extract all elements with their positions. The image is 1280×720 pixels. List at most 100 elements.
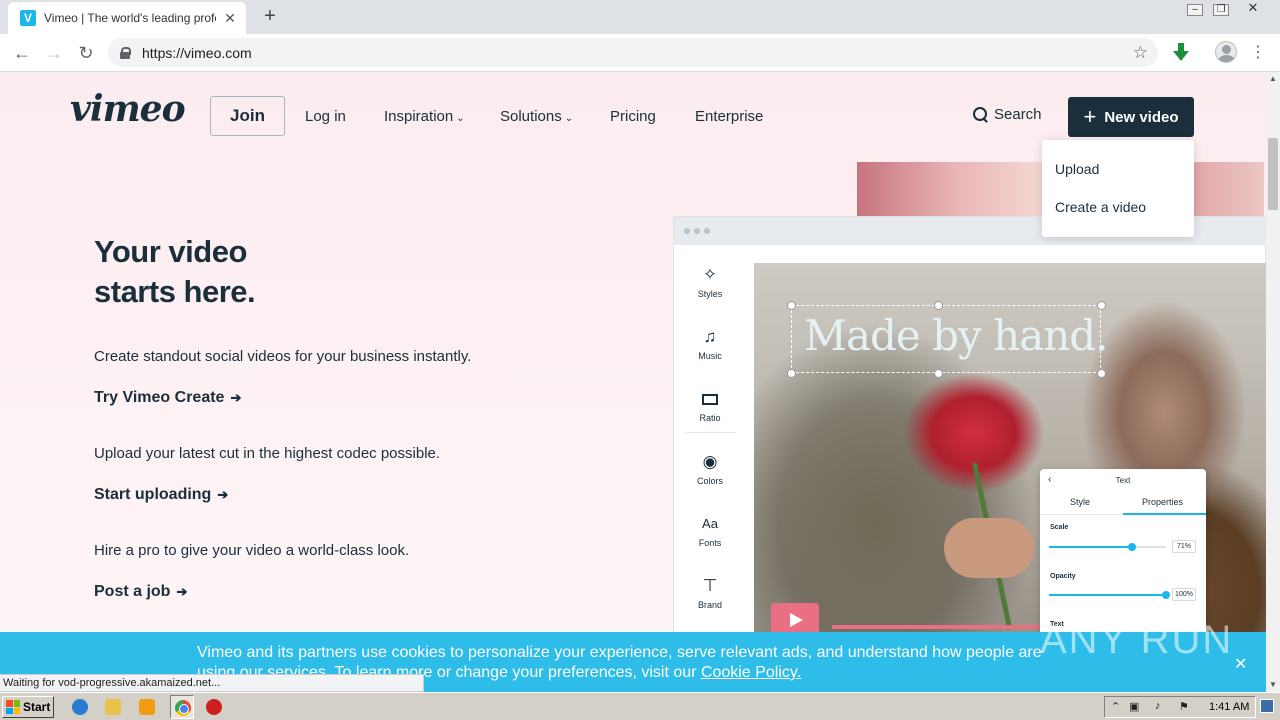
hero-title-line1: Your video: [94, 234, 247, 269]
music-note-icon: ♫: [703, 327, 717, 346]
close-window-button[interactable]: ✕: [1240, 0, 1266, 20]
nav-inspiration-label: Inspiration: [384, 108, 454, 125]
network-icon[interactable]: ▣: [1129, 700, 1139, 713]
hero-title: Your video starts here.: [94, 232, 394, 312]
opacity-slider-knob[interactable]: [1162, 591, 1170, 599]
scroll-down-icon[interactable]: ▼: [1266, 678, 1280, 692]
new-video-button[interactable]: + New video: [1068, 97, 1194, 137]
arrow-right-icon: ➔: [217, 487, 229, 502]
opacity-slider[interactable]: [1049, 591, 1170, 599]
scrollbar-thumb[interactable]: [1268, 138, 1278, 210]
minimize-button[interactable]: –: [1182, 0, 1208, 20]
tool-music[interactable]: ♫ Music: [674, 327, 746, 361]
ratio-icon: [674, 389, 746, 409]
anyrun-watermark: ANY RUN: [1040, 608, 1240, 672]
resize-handle[interactable]: [934, 369, 943, 378]
try-vimeo-create-link[interactable]: Try Vimeo Create ➔: [94, 389, 241, 407]
resize-handle[interactable]: [787, 301, 796, 310]
cta-label: Post a job: [94, 583, 171, 600]
resize-handle[interactable]: [934, 301, 943, 310]
url-text[interactable]: https://vimeo.com: [142, 45, 1133, 61]
opacity-label: Opacity: [1050, 573, 1076, 580]
tool-fonts[interactable]: Aa Fonts: [674, 514, 746, 548]
address-bar[interactable]: https://vimeo.com ☆: [108, 38, 1158, 67]
search-button[interactable]: Search: [973, 106, 1042, 123]
hero-desc-create: Create standout social videos for your b…: [94, 348, 472, 365]
windows-logo-icon: [6, 700, 20, 714]
scale-slider[interactable]: [1049, 543, 1166, 551]
restore-button[interactable]: ❐: [1208, 0, 1234, 20]
resize-handle[interactable]: [1097, 369, 1106, 378]
file-explorer-icon[interactable]: [105, 699, 121, 715]
tab-close-icon[interactable]: ✕: [222, 10, 238, 27]
resize-handle[interactable]: [787, 369, 796, 378]
chrome-taskbar-button[interactable]: [170, 695, 194, 719]
vimeo-logo[interactable]: vimeo: [70, 88, 186, 130]
cookie-policy-link[interactable]: Cookie Policy.: [701, 664, 801, 681]
nav-login[interactable]: Log in: [305, 108, 346, 125]
tool-label: Music: [698, 351, 722, 361]
window-dots-icon: [684, 228, 710, 234]
bookmark-star-icon[interactable]: ☆: [1133, 43, 1148, 63]
flag-icon[interactable]: ⚑: [1179, 700, 1189, 713]
hero-title-line2: starts here.: [94, 274, 256, 309]
watermark-text: ANY RUN: [1040, 618, 1234, 662]
media-player-icon[interactable]: [139, 699, 155, 715]
scale-value[interactable]: 71%: [1172, 540, 1196, 553]
tab-properties[interactable]: Properties: [1142, 497, 1183, 507]
start-uploading-link[interactable]: Start uploading ➔: [94, 486, 228, 504]
panel-title: Text: [1115, 476, 1131, 485]
tab-style[interactable]: Style: [1070, 497, 1090, 507]
nav-pricing[interactable]: Pricing: [610, 108, 656, 125]
post-a-job-link[interactable]: Post a job ➔: [94, 583, 187, 601]
nav-solutions[interactable]: Solutions ⌄: [500, 108, 573, 125]
tray-expand-icon[interactable]: ⌃: [1111, 700, 1120, 713]
scale-slider-knob[interactable]: [1128, 543, 1137, 551]
browser-tab[interactable]: V Vimeo | The world's leading professio …: [8, 2, 246, 34]
hand-shape: [944, 518, 1034, 578]
volume-icon[interactable]: ♪: [1155, 700, 1161, 712]
plus-icon: +: [1083, 104, 1097, 129]
browser-toolbar: ← → ↻ https://vimeo.com ☆ ⋮: [0, 34, 1280, 72]
security-app-icon[interactable]: [206, 699, 222, 715]
reload-icon[interactable]: ↻: [74, 41, 98, 65]
scroll-up-icon[interactable]: ▲: [1266, 72, 1280, 86]
page-scrollbar[interactable]: ▲ ▼: [1266, 72, 1280, 692]
tab-title: Vimeo | The world's leading professio: [44, 11, 216, 25]
download-extension-icon[interactable]: [1172, 41, 1190, 63]
start-button[interactable]: Start: [2, 696, 54, 718]
internet-explorer-icon[interactable]: [72, 699, 88, 715]
chevron-down-icon: ⌄: [564, 113, 574, 124]
browser-tabstrip: V Vimeo | The world's leading professio …: [0, 0, 1280, 34]
panel-tabs: Style Properties: [1040, 491, 1206, 515]
lock-icon: [120, 46, 131, 59]
tool-styles[interactable]: ✧ Styles: [674, 265, 746, 299]
show-desktop-button[interactable]: [1260, 699, 1274, 713]
arrow-right-icon: ➔: [230, 390, 242, 405]
opacity-value[interactable]: 100%: [1172, 588, 1196, 601]
new-tab-button[interactable]: +: [258, 4, 282, 28]
cta-label: Try Vimeo Create: [94, 389, 225, 406]
resize-handle[interactable]: [1097, 301, 1106, 310]
tool-ratio[interactable]: Ratio: [674, 389, 746, 423]
scale-slider-fill: [1049, 546, 1133, 548]
menu-item-upload[interactable]: Upload: [1055, 161, 1099, 177]
clock[interactable]: 1:41 AM: [1209, 701, 1249, 713]
profile-avatar-icon[interactable]: [1215, 41, 1237, 63]
font-icon: Aa: [702, 516, 718, 531]
system-tray: ⌃ ▣ ♪ ⚑ 1:41 AM: [1104, 696, 1256, 718]
browser-status-bar: Waiting for vod-progressive.akamaized.ne…: [0, 674, 424, 692]
tool-brand[interactable]: ⊤ Brand: [674, 576, 746, 610]
vimeo-page: vimeo Join Log in Inspiration ⌄ Solutions…: [0, 72, 1266, 692]
windows-taskbar: Start ⌃ ▣ ♪ ⚑ 1:41 AM: [0, 692, 1280, 720]
back-icon[interactable]: ←: [10, 41, 34, 65]
nav-inspiration[interactable]: Inspiration ⌄: [384, 108, 465, 125]
menu-item-create-video[interactable]: Create a video: [1055, 199, 1146, 215]
nav-enterprise[interactable]: Enterprise: [695, 108, 763, 125]
nav-solutions-label: Solutions: [500, 108, 562, 125]
forward-icon[interactable]: →: [42, 41, 66, 65]
new-video-label: New video: [1104, 108, 1179, 126]
menu-kebab-icon[interactable]: ⋮: [1250, 41, 1266, 65]
join-button[interactable]: Join: [210, 96, 285, 136]
tool-colors[interactable]: ◉ Colors: [674, 452, 746, 486]
